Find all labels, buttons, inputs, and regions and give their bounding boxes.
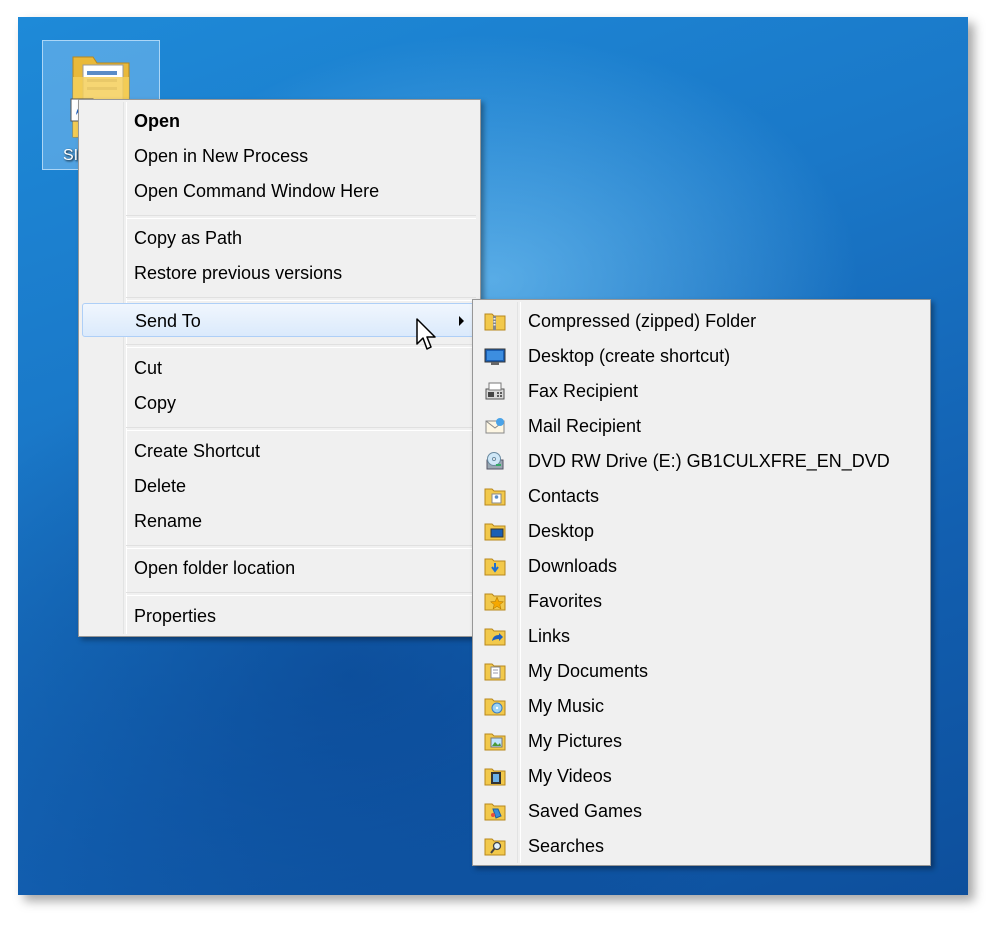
send-to-favorites[interactable]: Favorites bbox=[476, 584, 927, 618]
fax-icon bbox=[485, 382, 505, 400]
submenu-item-label: Links bbox=[528, 626, 571, 646]
submenu-item-label: My Music bbox=[528, 696, 604, 716]
menu-item-label: Properties bbox=[134, 606, 217, 626]
submenu-item-label: My Pictures bbox=[528, 731, 623, 751]
menu-item-copy[interactable]: Copy bbox=[82, 386, 477, 420]
dvd-drive-icon bbox=[486, 452, 504, 470]
menu-item-label: Cut bbox=[134, 358, 163, 378]
send-to-mail-recipient[interactable]: Mail Recipient bbox=[476, 409, 927, 443]
mail-icon bbox=[485, 418, 505, 434]
menu-separator bbox=[126, 427, 476, 431]
send-to-desktop-shortcut[interactable]: Desktop (create shortcut) bbox=[476, 339, 927, 373]
saved-games-folder-icon bbox=[484, 803, 506, 821]
pictures-folder-icon bbox=[484, 733, 506, 751]
menu-separator bbox=[126, 592, 476, 596]
send-to-saved-games[interactable]: Saved Games bbox=[476, 794, 927, 828]
menu-item-restore-previous-versions[interactable]: Restore previous versions bbox=[82, 256, 477, 290]
menu-item-copy-as-path[interactable]: Copy as Path bbox=[82, 221, 477, 255]
documents-folder-icon bbox=[484, 663, 506, 681]
send-to-my-videos[interactable]: My Videos bbox=[476, 759, 927, 793]
contacts-folder-icon bbox=[484, 488, 506, 506]
menu-item-label: Rename bbox=[134, 511, 203, 531]
menu-item-label: Restore previous versions bbox=[134, 263, 343, 283]
submenu-item-label: My Documents bbox=[528, 661, 649, 681]
menu-item-label: Delete bbox=[134, 476, 187, 496]
submenu-item-label: DVD RW Drive (E:) GB1CULXFRE_EN_DVD bbox=[528, 451, 890, 471]
menu-item-properties[interactable]: Properties bbox=[82, 599, 477, 633]
music-folder-icon bbox=[484, 698, 506, 716]
videos-folder-icon bbox=[484, 768, 506, 786]
searches-folder-icon bbox=[484, 838, 506, 856]
submenu-item-label: Desktop bbox=[528, 521, 595, 541]
send-to-links[interactable]: Links bbox=[476, 619, 927, 653]
menu-item-delete[interactable]: Delete bbox=[82, 469, 477, 503]
submenu-item-label: Contacts bbox=[528, 486, 600, 506]
submenu-arrow-icon bbox=[459, 316, 464, 326]
submenu-item-label: Saved Games bbox=[528, 801, 643, 821]
links-folder-icon bbox=[484, 628, 506, 646]
send-to-submenu: Compressed (zipped) Folder Desktop (crea… bbox=[472, 299, 931, 866]
desktop-folder-icon bbox=[484, 523, 506, 541]
send-to-my-documents[interactable]: My Documents bbox=[476, 654, 927, 688]
menu-item-label: Open in New Process bbox=[134, 146, 309, 166]
menu-item-open[interactable]: Open bbox=[82, 104, 477, 138]
menu-item-label: Copy bbox=[134, 393, 177, 413]
send-to-dvd-drive[interactable]: DVD RW Drive (E:) GB1CULXFRE_EN_DVD bbox=[476, 444, 927, 478]
context-menu: Open Open in New Process Open Command Wi… bbox=[78, 99, 481, 637]
menu-separator bbox=[126, 545, 476, 549]
desktop-monitor-icon bbox=[484, 348, 506, 365]
submenu-item-label: My Videos bbox=[528, 766, 612, 786]
desktop-icon-label: SI bbox=[63, 147, 79, 164]
send-to-downloads[interactable]: Downloads bbox=[476, 549, 927, 583]
menu-item-label: Open Command Window Here bbox=[134, 181, 380, 201]
menu-item-label: Send To bbox=[135, 311, 201, 331]
zip-folder-icon bbox=[484, 313, 506, 331]
downloads-folder-icon bbox=[484, 558, 506, 576]
menu-item-label: Create Shortcut bbox=[134, 441, 261, 461]
send-to-desktop[interactable]: Desktop bbox=[476, 514, 927, 548]
menu-item-rename[interactable]: Rename bbox=[82, 504, 477, 538]
menu-item-label: Copy as Path bbox=[134, 228, 243, 248]
submenu-item-label: Fax Recipient bbox=[528, 381, 639, 401]
menu-item-open-in-new-process[interactable]: Open in New Process bbox=[82, 139, 477, 173]
send-to-searches[interactable]: Searches bbox=[476, 829, 927, 863]
menu-separator bbox=[126, 297, 476, 301]
menu-item-cut[interactable]: Cut bbox=[82, 351, 477, 385]
favorites-folder-icon bbox=[484, 593, 506, 611]
menu-item-open-folder-location[interactable]: Open folder location bbox=[82, 551, 477, 585]
submenu-item-label: Searches bbox=[528, 836, 605, 856]
menu-item-open-command-window-here[interactable]: Open Command Window Here bbox=[82, 174, 477, 208]
submenu-item-label: Mail Recipient bbox=[528, 416, 642, 436]
menu-item-label: Open folder location bbox=[134, 558, 296, 578]
submenu-item-label: Compressed (zipped) Folder bbox=[528, 311, 757, 331]
send-to-my-pictures[interactable]: My Pictures bbox=[476, 724, 927, 758]
send-to-contacts[interactable]: Contacts bbox=[476, 479, 927, 513]
submenu-item-label: Favorites bbox=[528, 591, 603, 611]
send-to-my-music[interactable]: My Music bbox=[476, 689, 927, 723]
mouse-cursor-icon bbox=[416, 318, 436, 350]
send-to-compressed-folder[interactable]: Compressed (zipped) Folder bbox=[476, 304, 927, 338]
menu-item-label: Open bbox=[134, 111, 181, 131]
menu-item-create-shortcut[interactable]: Create Shortcut bbox=[82, 434, 477, 468]
send-to-fax-recipient[interactable]: Fax Recipient bbox=[476, 374, 927, 408]
submenu-item-label: Desktop (create shortcut) bbox=[528, 346, 731, 366]
menu-separator bbox=[126, 215, 476, 219]
submenu-item-label: Downloads bbox=[528, 556, 618, 576]
